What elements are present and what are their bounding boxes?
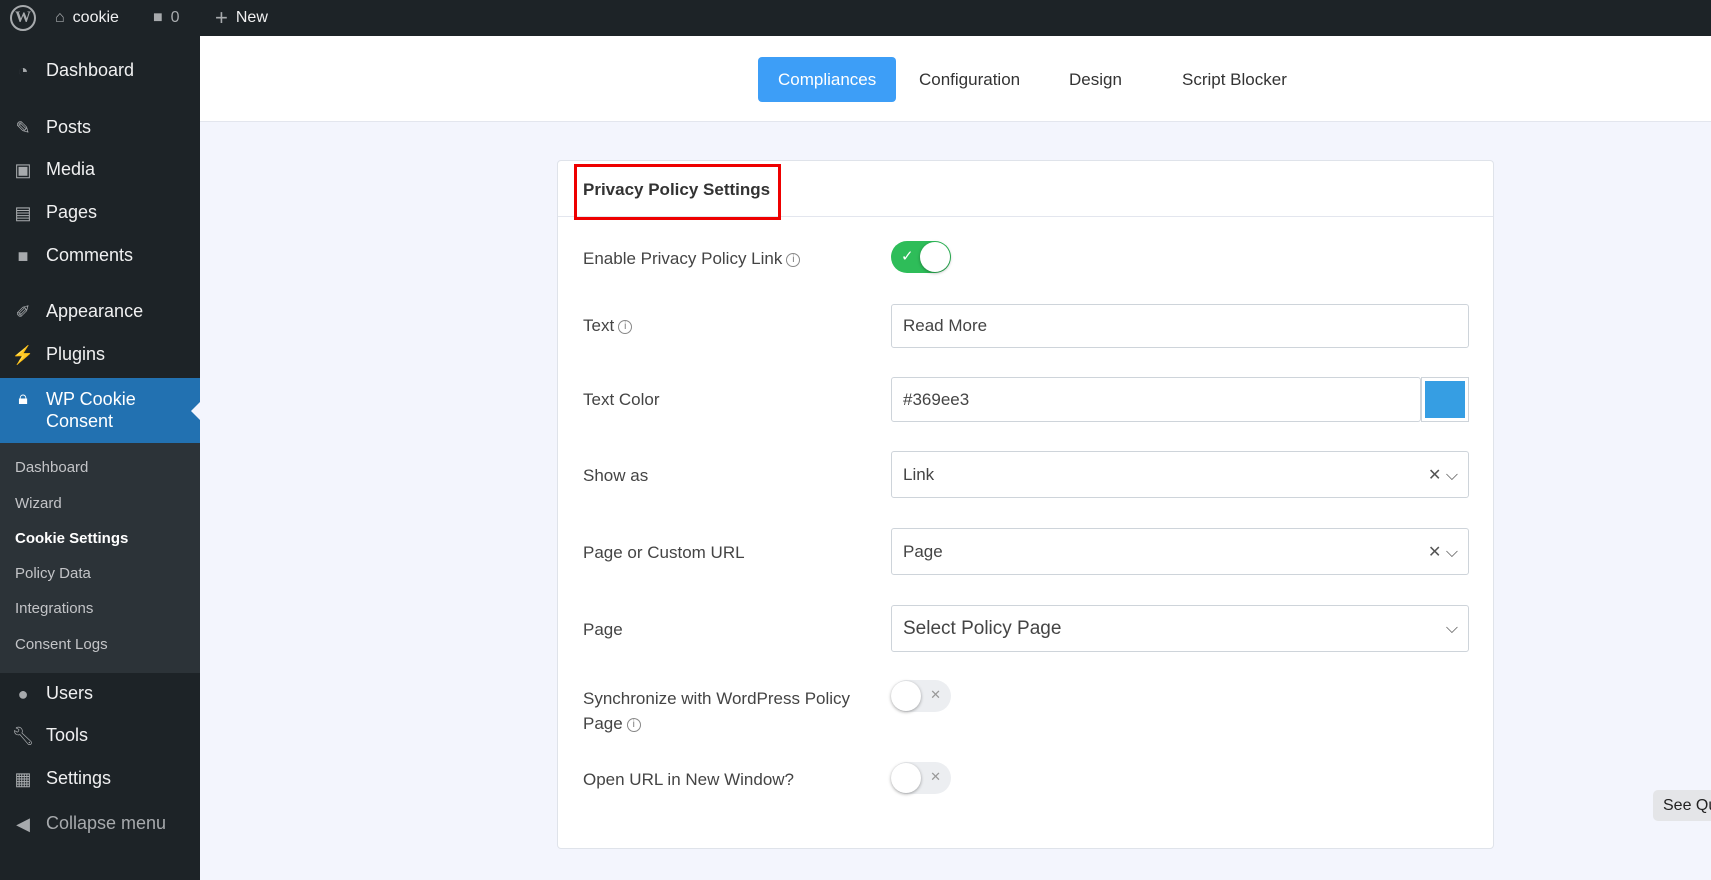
tab-configuration[interactable]: Configuration [899, 57, 1040, 102]
menu-plugins[interactable]: ⚡ Plugins [0, 344, 200, 365]
clear-chevron-icon[interactable]: ✕ ⌵ [1428, 465, 1458, 485]
submenu-consent-logs[interactable]: Consent Logs [15, 636, 108, 653]
menu-pages[interactable]: ▤ Pages [0, 202, 200, 223]
site-link[interactable]: ⌂ cookie [55, 0, 119, 36]
submenu-policy-data[interactable]: Policy Data [15, 565, 91, 582]
enable-privacy-toggle[interactable]: ✓ [891, 241, 951, 273]
home-icon: ⌂ [55, 9, 65, 26]
admin-sidebar: ◔ Dashboard ✎ Posts ▣ Media ▤ Pages ■ Comment… [0, 36, 200, 880]
text-color-input[interactable]: #369ee3 [891, 377, 1421, 422]
tab-compliances[interactable]: Compliances [758, 57, 897, 102]
collapse-icon: ◀ [16, 813, 30, 834]
comment-icon: ■ [153, 9, 163, 26]
submenu-cookie-settings[interactable]: Cookie Settings [15, 530, 128, 547]
text-color-label: Text Color [583, 390, 660, 409]
page-or-url-label: Page or Custom URL [583, 543, 745, 562]
brush-icon: ✐ [15, 301, 31, 322]
admin-bar: W ⌂ cookie ■ 0 + New [0, 0, 1711, 36]
menu-users[interactable]: ● Users [0, 683, 200, 704]
card-title: Privacy Policy Settings [583, 180, 771, 199]
plus-icon: + [215, 5, 228, 30]
tab-design[interactable]: Design [1049, 57, 1142, 102]
submenu-integrations[interactable]: Integrations [15, 600, 93, 617]
text-label: Text i [583, 316, 633, 336]
text-input[interactable]: Read More [891, 304, 1469, 348]
comments-link[interactable]: ■ 0 [153, 0, 180, 36]
show-as-label: Show as [583, 466, 649, 485]
menu-posts[interactable]: ✎ Posts [0, 117, 200, 138]
sync-toggle[interactable]: ✕ [891, 680, 951, 712]
enable-label: Enable Privacy Policy Link i [583, 249, 801, 269]
menu-wp-cookie-consent[interactable]: 🔒︎ WP Cookie Consent [0, 378, 200, 443]
info-icon[interactable]: i [626, 717, 641, 732]
comment-icon: ■ [17, 245, 29, 266]
check-icon: ✓ [901, 248, 914, 265]
policy-page-select[interactable]: Select Policy Page ⌵ [891, 605, 1469, 652]
menu-media[interactable]: ▣ Media [0, 159, 200, 180]
lock-icon: 🔒︎ [18, 388, 28, 408]
wrench-icon: 🔧︎ [11, 725, 35, 746]
show-as-select[interactable]: Link ✕ ⌵ [891, 451, 1469, 498]
page-or-url-select[interactable]: Page ✕ ⌵ [891, 528, 1469, 575]
wordpress-logo-icon[interactable]: W [10, 0, 36, 36]
pages-icon: ▤ [14, 202, 32, 223]
pin-icon: ✎ [15, 117, 31, 138]
open-new-window-toggle[interactable]: ✕ [891, 762, 951, 794]
current-arrow [182, 402, 200, 420]
media-icon: ▣ [14, 159, 32, 180]
x-icon: ✕ [930, 687, 941, 702]
submenu: Dashboard Wizard Cookie Settings Policy … [0, 443, 200, 673]
dashboard-icon: ◔ [17, 60, 29, 81]
chevron-down-icon[interactable]: ⌵ [1446, 620, 1458, 638]
info-icon[interactable]: i [786, 252, 801, 267]
clear-chevron-icon[interactable]: ✕ ⌵ [1428, 542, 1458, 562]
info-icon[interactable]: i [618, 319, 633, 334]
x-icon: ✕ [930, 769, 941, 784]
menu-settings[interactable]: ▦ Settings [0, 768, 200, 789]
sync-label: Synchronize with WordPress Policy Page i [583, 689, 851, 733]
new-link[interactable]: + New [215, 0, 268, 36]
collapse-menu[interactable]: ◀ Collapse menu [0, 813, 200, 834]
submenu-wizard[interactable]: Wizard [15, 495, 62, 512]
tab-script-blocker[interactable]: Script Blocker [1162, 57, 1307, 102]
menu-comments[interactable]: ■ Comments [0, 245, 200, 266]
tab-bar: Compliances Configuration Design Script … [200, 36, 1711, 122]
menu-tools[interactable]: 🔧︎ Tools [0, 725, 200, 746]
privacy-policy-card: Privacy Policy Settings Enable Privacy P… [557, 160, 1494, 849]
menu-dashboard[interactable]: ◔ Dashboard [0, 60, 200, 81]
settings-icon: ▦ [14, 768, 32, 789]
user-icon: ● [17, 683, 29, 704]
menu-appearance[interactable]: ✐ Appearance [0, 301, 200, 322]
see-quick-button[interactable]: See Qu [1653, 790, 1711, 821]
color-swatch[interactable] [1421, 377, 1469, 422]
plugin-icon: ⚡ [11, 344, 35, 365]
open-new-window-label: Open URL in New Window? [583, 770, 795, 789]
submenu-dashboard[interactable]: Dashboard [15, 459, 88, 476]
page-label: Page [583, 620, 623, 639]
